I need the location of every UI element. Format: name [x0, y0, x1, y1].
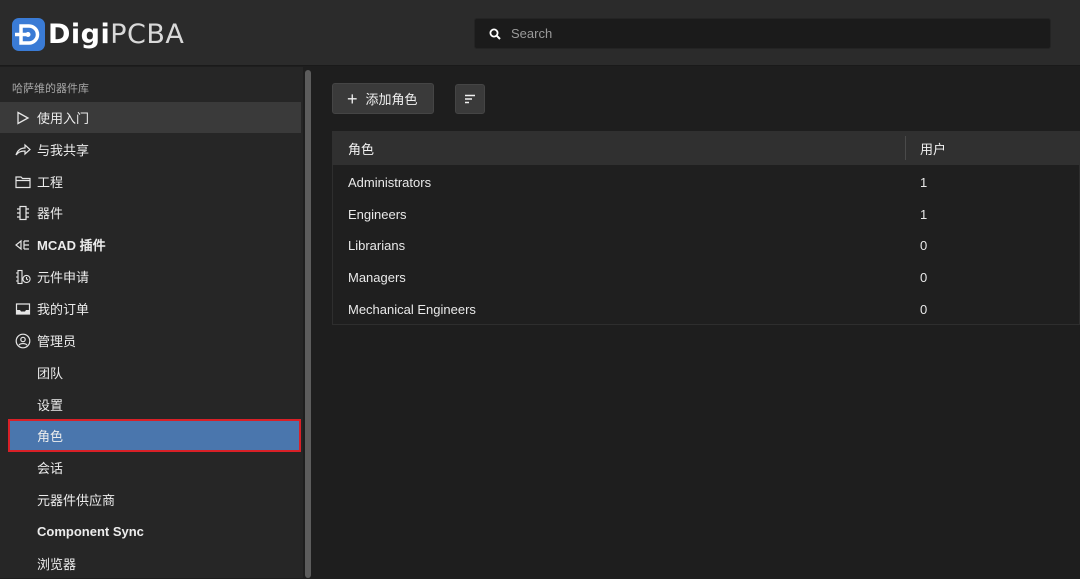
sidebar-item-label: 我的订单 [37, 302, 90, 317]
share-arrow-icon [13, 140, 33, 160]
column-header-role[interactable]: 角色 [348, 131, 374, 165]
sidebar-subitem-label: 角色 [37, 429, 64, 444]
sidebar-subitem-component-sync[interactable]: Component Sync [0, 516, 301, 547]
play-outline-icon [13, 108, 33, 128]
folder-icon [13, 172, 33, 192]
table-cell-users: 0 [920, 237, 928, 253]
sidebar-item-admin[interactable]: 管理员 [0, 325, 301, 356]
sidebar-scrollbar-thumb[interactable] [305, 70, 311, 578]
column-header-users[interactable]: 用户 [920, 131, 946, 165]
sidebar-subitem-label: 会话 [37, 461, 64, 476]
plus-icon: + [347, 88, 358, 109]
table-header [332, 131, 1080, 165]
search-icon [489, 28, 501, 40]
table-cell-users: 0 [920, 301, 928, 317]
sidebar-item-mcad-plugin[interactable]: MCAD 插件 [0, 229, 301, 260]
add-role-label: 添加角色 [365, 92, 418, 107]
inbox-icon [13, 299, 33, 319]
sidebar-item-label: 与我共享 [37, 143, 90, 158]
table-cell-role[interactable]: Engineers [348, 198, 407, 230]
sidebar-subitem-label: Component Sync [37, 524, 144, 539]
sidebar-item-projects[interactable]: 工程 [0, 166, 301, 197]
sidebar-subitem-label: 浏览器 [37, 557, 77, 572]
app-name: DigiPCBA [48, 19, 184, 50]
app-name-thin: PCBA [110, 18, 185, 50]
sort-button[interactable] [455, 84, 485, 114]
sidebar-item-shared-with-me[interactable]: 与我共享 [0, 134, 301, 165]
column-divider[interactable] [905, 136, 906, 160]
sidebar-item-label: 器件 [37, 206, 64, 221]
sidebar-item-component-request[interactable]: 元件申请 [0, 261, 301, 292]
sort-icon [465, 94, 475, 104]
sidebar-subitem-suppliers[interactable]: 元器件供应商 [0, 484, 301, 515]
sidebar-item-components[interactable]: 器件 [0, 197, 301, 228]
table-cell-role[interactable]: Managers [348, 261, 406, 293]
plugin-icon [13, 235, 33, 255]
sidebar-subitem-settings[interactable]: 设置 [0, 389, 301, 420]
sidebar-subitem-browser[interactable]: 浏览器 [0, 548, 301, 579]
user-circle-icon [13, 331, 33, 351]
sidebar-subitem-label: 团队 [37, 366, 64, 381]
search-input[interactable] [511, 26, 1031, 41]
sidebar-item-label: 使用入门 [37, 111, 90, 126]
chip-icon [13, 203, 33, 223]
sidebar-subitem-label: 元器件供应商 [37, 493, 116, 508]
app-logo[interactable]: DigiPCBA [12, 17, 184, 51]
sidebar-item-label: 工程 [37, 175, 64, 190]
sidebar-item-label: 管理员 [37, 334, 77, 349]
sidebar-subitem-roles[interactable]: 角色 [8, 419, 301, 452]
sidebar-item-label: MCAD 插件 [37, 238, 106, 253]
library-title: 哈萨维的器件库 [12, 83, 89, 95]
sidebar-item-my-orders[interactable]: 我的订单 [0, 293, 301, 324]
sidebar-item-getting-started[interactable]: 使用入门 [0, 102, 301, 133]
table-cell-users: 1 [920, 174, 928, 190]
component-request-icon [13, 267, 33, 287]
add-role-button[interactable]: + 添加角色 [332, 83, 434, 114]
app-name-bold: Digi [48, 18, 111, 50]
sidebar-subitem-sessions[interactable]: 会话 [0, 452, 301, 483]
sidebar-subitem-label: 设置 [37, 398, 64, 413]
search-bar[interactable] [474, 18, 1051, 49]
sidebar-subitem-team[interactable]: 团队 [0, 357, 301, 388]
table-cell-users: 0 [920, 269, 928, 285]
table-cell-role[interactable]: Librarians [348, 229, 405, 261]
digipcba-logo-icon [12, 17, 45, 51]
table-cell-users: 1 [920, 206, 928, 222]
table-cell-role[interactable]: Administrators [348, 166, 431, 198]
sidebar-item-label: 元件申请 [37, 270, 90, 285]
table-cell-role[interactable]: Mechanical Engineers [348, 293, 476, 325]
